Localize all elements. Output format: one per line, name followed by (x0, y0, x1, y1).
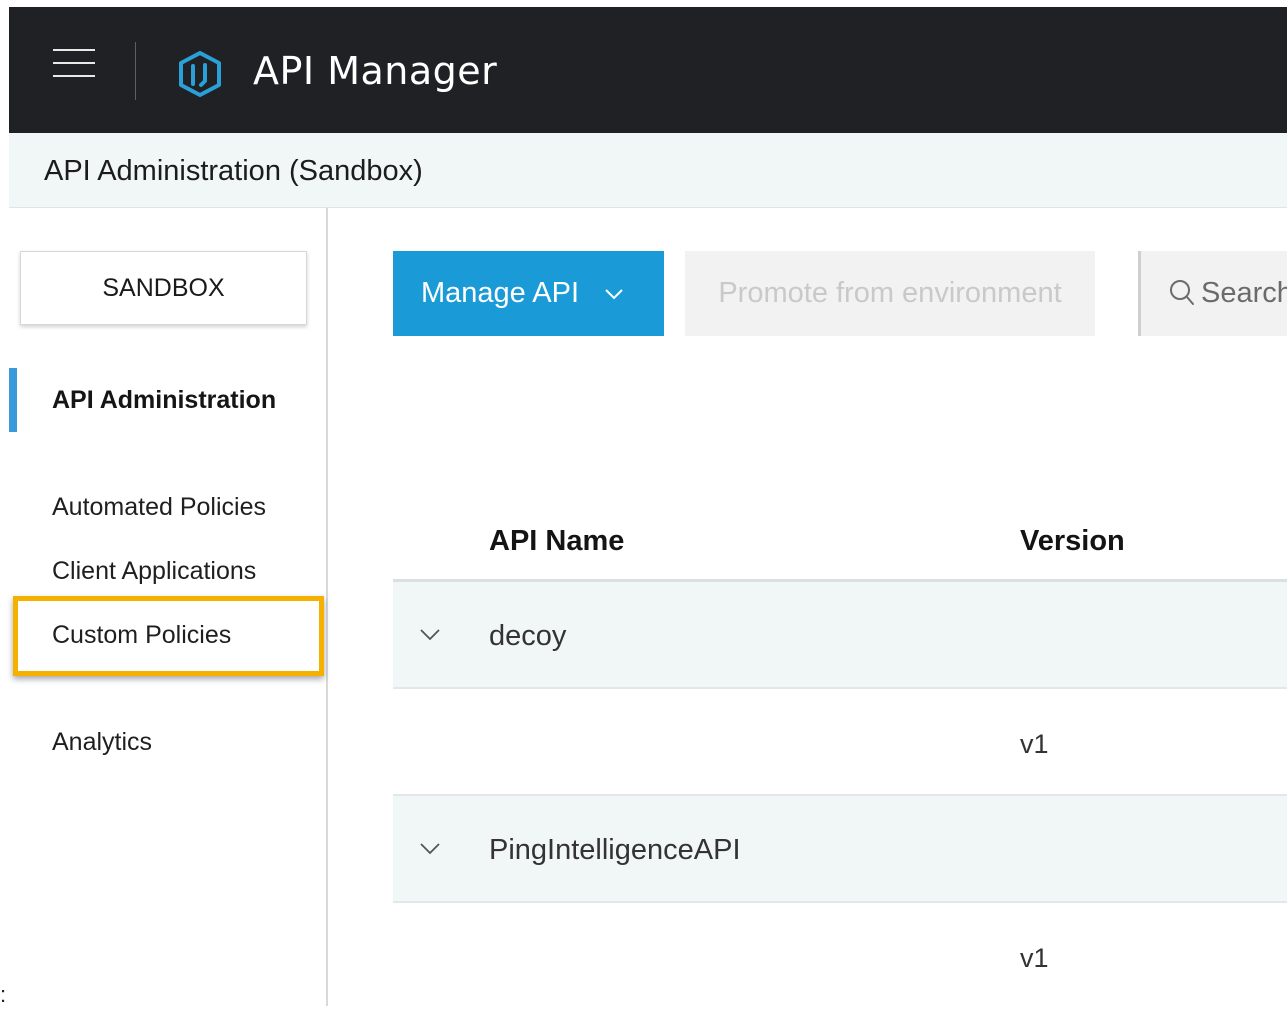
sidebar-item-client-applications[interactable]: Client Applications (52, 555, 256, 587)
hamburger-menu-icon[interactable] (53, 49, 95, 79)
api-version: v1 (1020, 943, 1049, 973)
manage-api-button[interactable]: Manage API (393, 251, 664, 336)
chevron-down-icon[interactable] (420, 842, 440, 855)
chevron-down-icon[interactable] (420, 628, 440, 641)
header-divider (135, 42, 136, 100)
app-header: API Manager (9, 7, 1287, 133)
app-title: API Manager (253, 49, 498, 93)
environment-button[interactable]: SANDBOX (20, 251, 307, 325)
column-header-api-name[interactable]: API Name (489, 525, 624, 558)
api-manager-logo-icon (179, 51, 221, 97)
column-header-version[interactable]: Version (1020, 525, 1125, 558)
table-row[interactable]: decoy (393, 582, 1287, 689)
api-name: PingIntelligenceAPI (489, 834, 741, 866)
manage-api-label: Manage API (421, 277, 579, 309)
sidebar-item-automated-policies[interactable]: Automated Policies (52, 491, 266, 523)
page-subheader: API Administration (Sandbox) (9, 133, 1287, 208)
sidebar: SANDBOX API Administration Automated Pol… (9, 208, 328, 1006)
search-icon (1170, 280, 1194, 305)
table-row[interactable]: PingIntelligenceAPI (393, 796, 1287, 903)
search-box[interactable] (1138, 251, 1287, 336)
table-row[interactable]: v1 (393, 689, 1287, 796)
search-input[interactable] (1201, 271, 1287, 315)
api-name: decoy (489, 620, 567, 652)
table-row[interactable]: v1 (393, 903, 1287, 1010)
stray-text: : (0, 982, 7, 1007)
sidebar-item-analytics[interactable]: Analytics (52, 726, 152, 758)
table-header: API Name Version (393, 505, 1287, 580)
page-top-strip (0, 0, 1287, 7)
promote-from-environment-button[interactable]: Promote from environment (685, 251, 1095, 336)
sidebar-item-custom-policies[interactable]: Custom Policies (52, 619, 231, 651)
page-title: API Administration (Sandbox) (44, 155, 423, 187)
api-version: v1 (1020, 729, 1049, 759)
chevron-down-icon (605, 288, 623, 299)
sidebar-item-api-administration[interactable]: API Administration (52, 384, 276, 416)
active-nav-indicator (9, 368, 17, 432)
